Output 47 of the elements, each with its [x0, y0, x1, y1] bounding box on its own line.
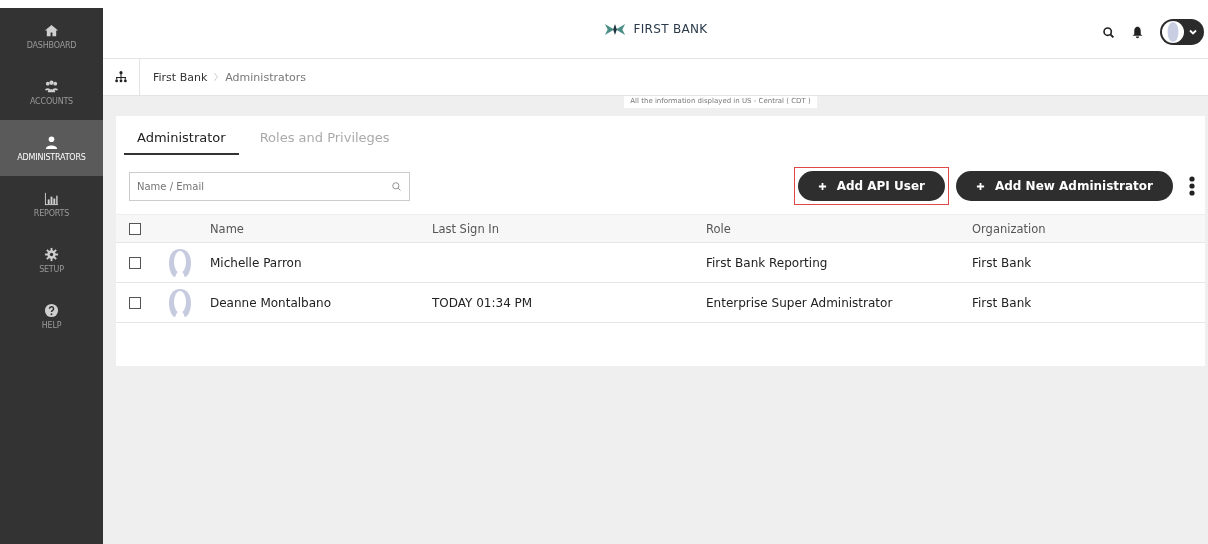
- sidebar-item[interactable]: SETUP: [0, 232, 103, 288]
- search-field[interactable]: Name / Email: [129, 171, 410, 201]
- people-icon: [44, 78, 59, 94]
- add-button[interactable]: Add API User: [797, 171, 945, 201]
- settings-icon: [44, 246, 59, 262]
- user-menu-button[interactable]: [1160, 19, 1204, 45]
- checkbox[interactable]: [129, 256, 141, 269]
- help-icon: [44, 302, 59, 318]
- avatar-icon: [1162, 21, 1184, 43]
- sidebar-item[interactable]: REPORTS: [0, 176, 103, 232]
- bar-chart-icon: [44, 190, 59, 206]
- tab[interactable]: Administrator: [124, 126, 239, 155]
- more-options-icon[interactable]: [1189, 176, 1195, 196]
- table-cell: First Bank Reporting: [706, 255, 828, 270]
- plus-icon: [975, 181, 985, 191]
- column-header[interactable]: Organization: [972, 221, 1205, 236]
- add-button[interactable]: Add New Administrator: [955, 171, 1173, 201]
- sidebar-item[interactable]: ACCOUNTS: [0, 64, 103, 120]
- table-cell: Michelle Parron: [210, 255, 302, 270]
- hierarchy-icon[interactable]: [114, 70, 128, 84]
- table-cell: First Bank: [972, 295, 1032, 310]
- table-cell: Enterprise Super Administrator: [706, 295, 893, 310]
- search-icon[interactable]: [1102, 25, 1115, 39]
- brand-name: FIRST BANK: [633, 22, 708, 36]
- table-cell: First Bank: [972, 255, 1032, 270]
- table-cell: TODAY 01:34 PM: [432, 295, 533, 310]
- avatar-icon: [168, 247, 192, 278]
- sidebar-item[interactable]: DASHBOARD: [0, 8, 103, 64]
- sidebar-item[interactable]: HELP: [0, 288, 103, 344]
- house-icon: [44, 22, 59, 38]
- checkbox[interactable]: [129, 296, 141, 309]
- person-icon: [44, 134, 59, 150]
- table-cell: Deanne Montalbano: [210, 295, 331, 310]
- column-header[interactable]: Name: [210, 221, 432, 236]
- chevron-right-icon: [213, 72, 220, 82]
- checkbox[interactable]: [129, 222, 141, 235]
- breadcrumb-link[interactable]: First Bank: [153, 70, 208, 84]
- search-icon: [391, 180, 402, 192]
- column-header[interactable]: Last Sign In: [432, 221, 706, 236]
- sidebar-item[interactable]: ADMINISTRATORS: [0, 120, 103, 176]
- avatar-icon: [168, 287, 192, 318]
- chevron-down-icon: [1188, 27, 1198, 37]
- bell-icon[interactable]: [1131, 25, 1144, 39]
- breadcrumb-link[interactable]: Administrators: [225, 70, 306, 84]
- plus-icon: [817, 181, 827, 191]
- logo-icon: [603, 22, 626, 36]
- column-header[interactable]: Role: [706, 221, 972, 236]
